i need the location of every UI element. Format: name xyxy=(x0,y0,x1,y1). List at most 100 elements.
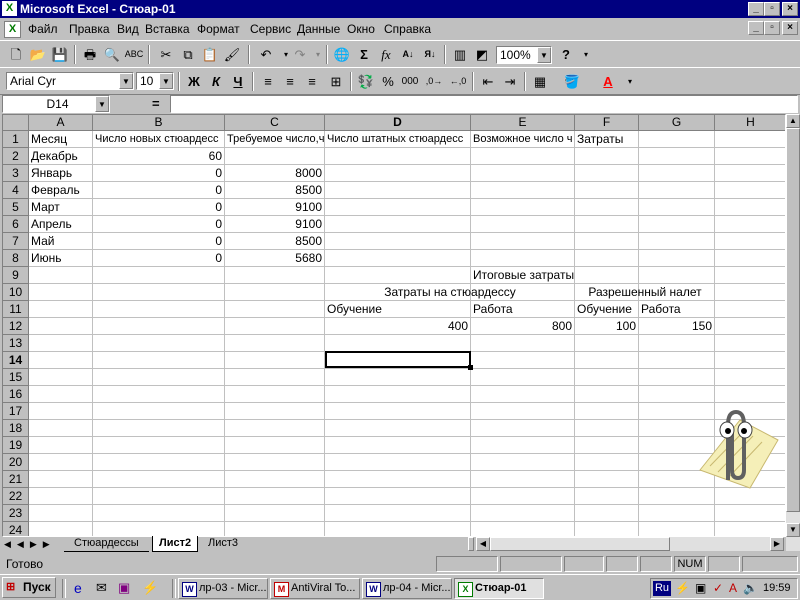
copy-icon[interactable]: ⧉ xyxy=(178,45,198,64)
tray-icon-3[interactable]: ✓ xyxy=(713,581,723,595)
cell-h4[interactable] xyxy=(715,182,785,199)
cell-e24[interactable] xyxy=(471,522,575,536)
row-header-16[interactable]: 16 xyxy=(3,386,29,403)
cell-b22[interactable] xyxy=(93,488,225,505)
cell-b20[interactable] xyxy=(93,454,225,471)
office-assistant-paperclip[interactable] xyxy=(690,400,780,490)
start-button[interactable]: ⊞ Пуск xyxy=(2,577,56,598)
cell-h1[interactable] xyxy=(715,131,785,148)
drawing-icon[interactable]: ◩ xyxy=(472,45,492,64)
cell-f14[interactable] xyxy=(575,352,639,369)
cell-e3[interactable] xyxy=(471,165,575,182)
cell-c12[interactable] xyxy=(225,318,325,335)
cell-e7[interactable] xyxy=(471,233,575,250)
cell-a12[interactable] xyxy=(29,318,93,335)
doc-minimize-button[interactable]: _ xyxy=(748,21,764,35)
row-header-1[interactable]: 1 xyxy=(3,131,29,148)
menu-format[interactable]: Формат xyxy=(197,22,240,36)
volume-icon[interactable]: 🔈 xyxy=(743,581,758,595)
cell-f6[interactable] xyxy=(575,216,639,233)
cell-h6[interactable] xyxy=(715,216,785,233)
row-header-4[interactable]: 4 xyxy=(3,182,29,199)
task-stuar01[interactable]: X Стюар-01 xyxy=(454,578,544,599)
cell-e6[interactable] xyxy=(471,216,575,233)
tab-stewardesses[interactable]: Стюардессы xyxy=(64,537,149,552)
decrease-decimal-icon[interactable]: ←,0 xyxy=(448,72,468,91)
task-lr03[interactable]: W лр-03 - Micr... xyxy=(178,578,268,599)
cell-e17[interactable] xyxy=(471,403,575,420)
align-right-icon[interactable]: ≡ xyxy=(302,72,322,91)
tab-list3[interactable]: Лист3 xyxy=(202,537,244,551)
cell-g3[interactable] xyxy=(639,165,715,182)
cell-d5[interactable] xyxy=(325,199,471,216)
spelling-icon[interactable]: ABC xyxy=(124,45,144,64)
align-left-icon[interactable]: ≡ xyxy=(258,72,278,91)
fill-handle[interactable] xyxy=(468,365,473,370)
cell-d6[interactable] xyxy=(325,216,471,233)
cell-d18[interactable] xyxy=(325,420,471,437)
menu-help[interactable]: Справка xyxy=(384,22,431,36)
menu-data[interactable]: Данные xyxy=(297,22,340,36)
cell-d15[interactable] xyxy=(325,369,471,386)
cell-b17[interactable] xyxy=(93,403,225,420)
row-header-7[interactable]: 7 xyxy=(3,233,29,250)
cell-c24[interactable] xyxy=(225,522,325,536)
row-header-22[interactable]: 22 xyxy=(3,488,29,505)
cell-g14[interactable] xyxy=(639,352,715,369)
cell-c18[interactable] xyxy=(225,420,325,437)
language-indicator[interactable]: Ru xyxy=(653,581,671,596)
cell-g2[interactable] xyxy=(639,148,715,165)
currency-icon[interactable]: 💱 xyxy=(356,72,376,91)
cell-c9[interactable] xyxy=(225,267,325,284)
menu-edit[interactable]: Правка xyxy=(69,22,110,36)
cell-h23[interactable] xyxy=(715,505,785,522)
borders-icon[interactable]: ▦ xyxy=(530,72,550,91)
cell-b16[interactable] xyxy=(93,386,225,403)
cell-h12[interactable] xyxy=(715,318,785,335)
font-size-dropdown-icon[interactable]: ▼ xyxy=(159,73,173,89)
cell-d22[interactable] xyxy=(325,488,471,505)
menu-view[interactable]: Вид xyxy=(117,22,139,36)
function-icon[interactable]: fx xyxy=(376,45,396,64)
row-header-18[interactable]: 18 xyxy=(3,420,29,437)
cell-h10[interactable] xyxy=(715,284,785,301)
row-header-13[interactable]: 13 xyxy=(3,335,29,352)
cell-f21[interactable] xyxy=(575,471,639,488)
cell-d16[interactable] xyxy=(325,386,471,403)
zoom-select[interactable]: 100% ▼ xyxy=(496,46,552,64)
cell-a22[interactable] xyxy=(29,488,93,505)
select-all-corner[interactable] xyxy=(3,115,29,131)
cell-c13[interactable] xyxy=(225,335,325,352)
cell-e19[interactable] xyxy=(471,437,575,454)
vertical-scrollbar[interactable]: ▲ ▼ xyxy=(786,114,800,551)
cell-f9[interactable] xyxy=(575,267,639,284)
row-header-24[interactable]: 24 xyxy=(3,522,29,536)
tab-list2[interactable]: Лист2 xyxy=(152,536,199,552)
doc-restore-button[interactable]: ▫ xyxy=(764,21,780,35)
cell-e5[interactable] xyxy=(471,199,575,216)
cell-g13[interactable] xyxy=(639,335,715,352)
cell-h22[interactable] xyxy=(715,488,785,505)
cell-c11[interactable] xyxy=(225,301,325,318)
cell-b9[interactable] xyxy=(93,267,225,284)
cell-g23[interactable] xyxy=(639,505,715,522)
chart-wizard-icon[interactable]: ▥ xyxy=(450,45,470,64)
italic-button[interactable]: К xyxy=(206,72,226,91)
sort-ascending-icon[interactable]: A↓ xyxy=(398,45,418,64)
cell-d20[interactable] xyxy=(325,454,471,471)
cell-h14[interactable] xyxy=(715,352,785,369)
scroll-left-icon[interactable]: ◀ xyxy=(476,537,490,551)
cell-g5[interactable] xyxy=(639,199,715,216)
decrease-indent-icon[interactable]: ⇤ xyxy=(478,72,498,91)
cell-e15[interactable] xyxy=(471,369,575,386)
cell-d9[interactable] xyxy=(325,267,471,284)
redo-icon[interactable]: ↷ xyxy=(290,45,310,64)
undo-icon[interactable]: ↶ xyxy=(256,45,276,64)
cell-g15[interactable] xyxy=(639,369,715,386)
desktop-icon[interactable]: ▣ xyxy=(118,580,130,596)
zoom-dropdown-icon[interactable]: ▼ xyxy=(537,47,551,63)
thousands-button[interactable]: 000 xyxy=(400,72,420,91)
cell-c20[interactable] xyxy=(225,454,325,471)
cell-d21[interactable] xyxy=(325,471,471,488)
cell-f4[interactable] xyxy=(575,182,639,199)
